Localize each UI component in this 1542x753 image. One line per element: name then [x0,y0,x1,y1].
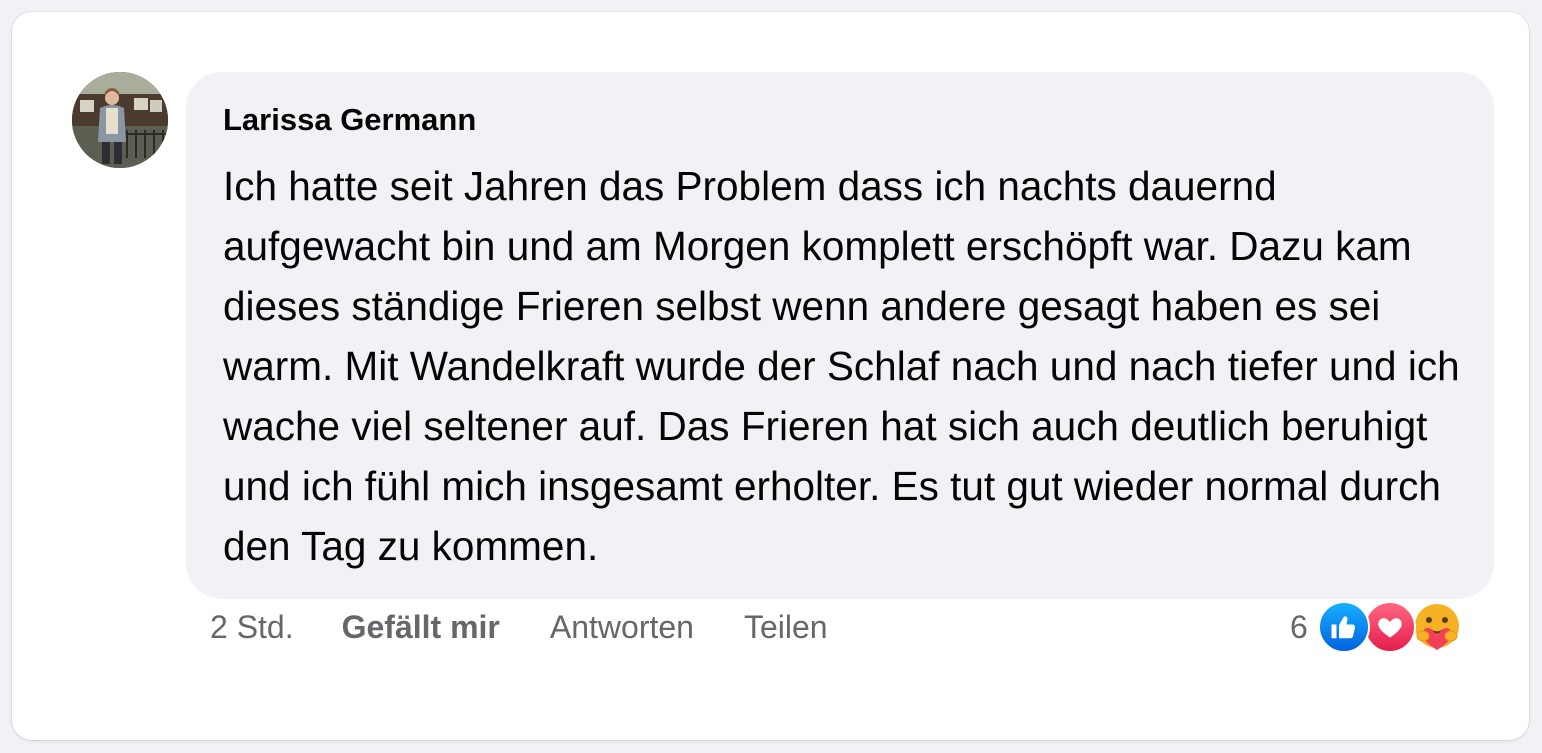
timestamp[interactable]: 2 Std. [210,609,294,646]
comment-bubble: Larissa Germann Ich hatte seit Jahren da… [186,72,1494,599]
comment-text: Ich hatte seit Jahren das Problem dass i… [223,163,1460,569]
comment-actions: 2 Std. Gefällt mir Antworten Teilen [210,606,878,648]
love-icon [1363,601,1416,653]
avatar-photo [72,72,168,168]
like-icon [1317,601,1370,653]
reaction-count: 6 [1290,608,1308,645]
like-button[interactable]: Gefällt mir [342,609,500,646]
avatar[interactable] [72,72,168,168]
care-icon [1410,600,1464,654]
share-button[interactable]: Teilen [744,609,828,646]
reaction-summary[interactable]: 6 [1290,600,1464,654]
author-name[interactable]: Larissa Germann [223,102,476,138]
reply-button[interactable]: Antworten [550,609,694,646]
